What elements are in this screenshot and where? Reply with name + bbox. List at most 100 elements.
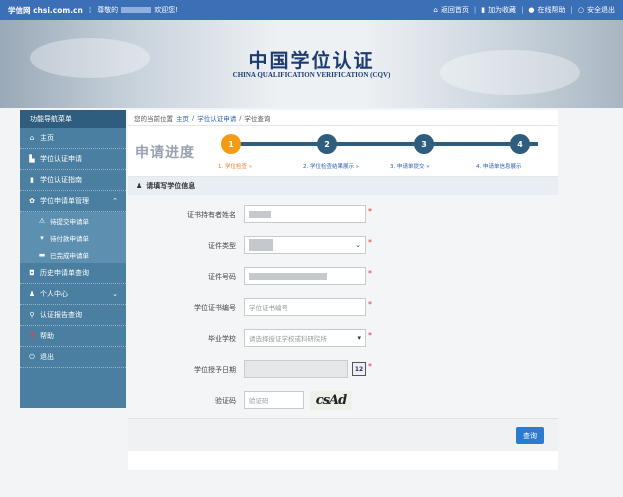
step-1-label: 1. 学位检查 » bbox=[218, 164, 253, 170]
search-icon: ⚲ bbox=[29, 311, 35, 319]
greeting-suffix: 欢迎您! bbox=[154, 6, 178, 14]
id-type-label: 证件类型 bbox=[208, 242, 236, 250]
required-mark: * bbox=[368, 269, 372, 278]
sidebar-item-report[interactable]: ⚲ 认证报告查询 bbox=[20, 305, 126, 326]
breadcrumb-prefix: 您的当前位置 bbox=[134, 114, 173, 123]
form-row-holder-name: 证书持有者姓名 * bbox=[128, 205, 558, 225]
top-bar: 学信网 chsi.com.cn ¦ 尊敬的 欢迎您! ⌂ 返回首页 | ▮ 加为… bbox=[0, 0, 623, 20]
sidebar-item-label: 待付款申请单 bbox=[50, 234, 89, 243]
id-type-select[interactable]: ⌄ bbox=[244, 236, 366, 254]
sidebar-subitem-pending-pay[interactable]: ▾ 待付款申请单 bbox=[20, 229, 126, 246]
logout-link[interactable]: 安全退出 bbox=[587, 5, 615, 15]
divider: | bbox=[521, 6, 524, 14]
greeting-prefix: 尊敬的 bbox=[97, 6, 119, 14]
user-icon: ♟ bbox=[136, 182, 143, 190]
required-mark: * bbox=[368, 207, 372, 216]
captcha-input[interactable]: 验证码 bbox=[244, 391, 304, 409]
school-label: 毕业学校 bbox=[208, 335, 236, 343]
form-row-captcha: 验证码 验证码 csAd bbox=[128, 391, 558, 411]
school-select[interactable]: 请选择授证学校或科研院所 ▾ bbox=[244, 329, 366, 347]
captcha-label: 验证码 bbox=[215, 397, 236, 405]
camera-icon: ◘ bbox=[29, 269, 35, 277]
chevron-down-icon: ⌄ bbox=[112, 290, 118, 298]
redacted-value bbox=[249, 272, 327, 280]
gear-icon: ✿ bbox=[29, 197, 35, 205]
breadcrumb-apply[interactable]: 学位认证申请 bbox=[197, 113, 236, 123]
step-4-circle: 4 bbox=[510, 134, 530, 154]
greeting: 尊敬的 欢迎您! bbox=[97, 5, 178, 15]
site-brand[interactable]: 学信网 chsi.com.cn bbox=[8, 5, 83, 16]
chevron-down-icon: ⌄ bbox=[355, 241, 361, 249]
sidebar-item-help[interactable]: ❓ 帮助 bbox=[20, 326, 126, 347]
section-title: 请填写学位信息 bbox=[146, 182, 196, 190]
banner-title-cn: 中国学位认证 bbox=[248, 50, 375, 72]
sidebar-item-home[interactable]: ⌂ 主页 bbox=[20, 128, 126, 149]
sidebar-header: 功能导航菜单 bbox=[20, 110, 126, 128]
form-footer: 查询 bbox=[128, 418, 558, 451]
top-links: ⌂ 返回首页 | ▮ 加为收藏 | ● 在线帮助 | ○ 安全退出 bbox=[433, 5, 615, 15]
sidebar-item-profile[interactable]: ♟ 个人中心 ⌄ bbox=[20, 284, 126, 305]
id-number-input[interactable] bbox=[244, 267, 366, 285]
cart-icon: ▾ bbox=[40, 233, 44, 242]
redacted-value bbox=[249, 239, 273, 251]
sidebar-item-label: 个人中心 bbox=[40, 290, 68, 298]
query-button[interactable]: 查询 bbox=[516, 427, 544, 444]
breadcrumb-current: 学位查询 bbox=[244, 114, 271, 123]
sidebar-nav: 功能导航菜单 ⌂ 主页 ▙ 学位认证申请 ▮ 学位认证指南 ✿ 学位申请单管理 … bbox=[20, 110, 126, 408]
header-banner: 中国学位认证 CHINA QUALIFICATION VERIFICATION … bbox=[0, 20, 623, 108]
home-icon: ⌂ bbox=[29, 134, 35, 142]
online-help-link[interactable]: 在线帮助 bbox=[538, 5, 566, 15]
brand-separator: ¦ bbox=[88, 6, 92, 14]
sidebar-subitem-completed[interactable]: ▬ 已完成申请单 bbox=[20, 246, 126, 263]
cert-number-input[interactable]: 学位证书编号 bbox=[244, 298, 366, 316]
form-row-id-type: 证件类型 ⌄ * bbox=[128, 236, 558, 256]
cert-number-label: 学位证书编号 bbox=[194, 304, 236, 312]
sidebar-item-guide[interactable]: ▮ 学位认证指南 bbox=[20, 170, 126, 191]
user-icon: ♟ bbox=[28, 290, 36, 298]
back-home-link[interactable]: 返回首页 bbox=[441, 5, 469, 15]
required-mark: * bbox=[368, 362, 372, 371]
redacted-value bbox=[249, 210, 271, 218]
sidebar-item-label: 学位申请单管理 bbox=[40, 197, 89, 205]
calendar-icon[interactable]: 12 bbox=[352, 362, 366, 376]
folder-icon: ▬ bbox=[38, 250, 46, 259]
progress-steps: 申请进度 1 2 3 4 1. 学位检查 » 2. 学位检查结果展示 » 3. … bbox=[128, 126, 558, 177]
award-date-input[interactable] bbox=[244, 360, 348, 378]
add-favorite-link[interactable]: 加为收藏 bbox=[488, 5, 516, 15]
power-icon: ○ bbox=[577, 6, 584, 14]
holder-name-input[interactable] bbox=[244, 205, 366, 223]
form-row-id-number: 证件号码 * bbox=[128, 267, 558, 287]
redacted-username bbox=[121, 7, 152, 13]
form-row-school: 毕业学校 请选择授证学校或科研院所 ▾ * bbox=[128, 329, 558, 349]
main-content: 您的当前位置 主页 / 学位认证申请 / 学位查询 申请进度 1 2 3 4 1… bbox=[128, 110, 558, 470]
sidebar-item-history[interactable]: ◘ 历史申请单查询 bbox=[20, 263, 126, 284]
degree-form: 证书持有者姓名 * 证件类型 ⌄ * 证件号码 * 学位证书编号 学位证书编号 … bbox=[128, 195, 558, 451]
school-placeholder: 请选择授证学校或科研院所 bbox=[249, 335, 327, 343]
breadcrumb-home[interactable]: 主页 bbox=[176, 113, 189, 123]
sidebar-item-apply[interactable]: ▙ 学位认证申请 bbox=[20, 149, 126, 170]
sidebar-item-label: 退出 bbox=[40, 353, 54, 361]
sidebar-item-exit[interactable]: ⏻ 退出 bbox=[20, 347, 126, 368]
sidebar-subitem-pending-submit[interactable]: ⚠ 待提交申请单 bbox=[20, 212, 126, 229]
chevron-up-icon: ⌃ bbox=[112, 197, 118, 205]
bookmark-icon: ▮ bbox=[481, 6, 486, 14]
holder-name-label: 证书持有者姓名 bbox=[187, 211, 236, 219]
sidebar-item-label: 帮助 bbox=[40, 332, 54, 340]
step-1-circle: 1 bbox=[221, 134, 241, 154]
breadcrumb-separator: / bbox=[192, 113, 195, 122]
step-2-label: 2. 学位检查结果展示 » bbox=[303, 164, 360, 170]
sidebar-item-label: 认证报告查询 bbox=[40, 311, 82, 319]
book-icon: ▮ bbox=[30, 176, 34, 184]
required-mark: * bbox=[368, 300, 372, 309]
chevron-down-icon: ▾ bbox=[357, 334, 361, 342]
sidebar-item-label: 学位认证指南 bbox=[40, 176, 82, 184]
power-icon: ⏻ bbox=[29, 352, 35, 361]
sidebar-item-manage[interactable]: ✿ 学位申请单管理 ⌃ bbox=[20, 191, 126, 212]
sidebar-item-label: 历史申请单查询 bbox=[40, 269, 89, 277]
sidebar-item-label: 主页 bbox=[40, 134, 54, 142]
sidebar-item-label: 已完成申请单 bbox=[50, 251, 89, 260]
captcha-image[interactable]: csAd bbox=[310, 391, 352, 410]
section-header: ♟ 请填写学位信息 bbox=[128, 177, 558, 195]
award-date-label: 学位授予日期 bbox=[194, 366, 236, 374]
question-icon: ❓ bbox=[28, 332, 37, 340]
